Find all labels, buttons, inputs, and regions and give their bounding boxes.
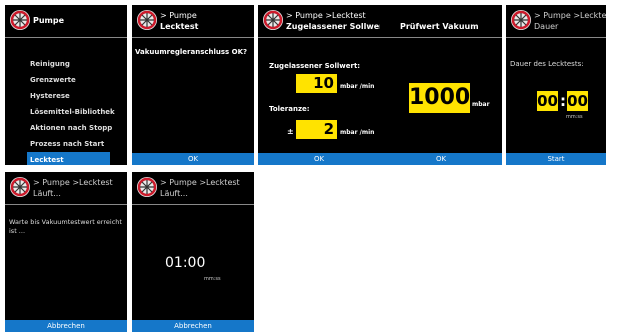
header: > Pumpe >Lecktest Zugelassener Sollwert	[258, 5, 380, 38]
ok-button[interactable]: OK	[380, 153, 502, 165]
time-format-hint: mm:ss	[204, 276, 221, 282]
toleranz-plus-minus: ±	[287, 127, 294, 136]
time-separator: :	[560, 92, 566, 110]
header: Pumpe	[5, 5, 127, 38]
header: Prüfwert Vakuum	[380, 5, 502, 38]
menu-item-lecktest[interactable]: Lecktest	[27, 152, 110, 165]
header-title: Prüfwert Vakuum	[400, 22, 479, 31]
breadcrumb: > Pumpe	[160, 11, 197, 20]
pump-logo-icon	[136, 9, 158, 31]
breadcrumb: > Pumpe >Lecktest	[33, 178, 113, 187]
pruefwert-unit: mbar	[472, 101, 490, 108]
dauer-label: Dauer des Lecktests:	[510, 60, 584, 68]
ok-button[interactable]: OK	[132, 153, 254, 165]
sollwert-label: Zugelassener Sollwert:	[269, 62, 361, 70]
menu-item-prozess-nach-start[interactable]: Prozess nach Start	[27, 136, 115, 152]
pump-logo-icon	[510, 9, 532, 31]
sollwert-value-field[interactable]: 10	[296, 74, 337, 93]
header-title: Lecktest	[160, 22, 199, 31]
pruefwert-value-field[interactable]: 1000	[409, 83, 470, 113]
sollwert-unit: mbar /min	[340, 83, 375, 90]
toleranz-value-field[interactable]: 2	[296, 120, 337, 139]
header-title: Läuft...	[33, 189, 61, 198]
screen-laeuft-countdown: > Pumpe >Lecktest Läuft... 01:00 mm:ss A…	[132, 172, 254, 332]
header: > Pumpe >Lecktest Dauer	[506, 5, 606, 38]
breadcrumb: > Pumpe >Lecktest	[534, 11, 606, 20]
header-title: Läuft...	[160, 189, 188, 198]
pump-logo-icon	[9, 9, 31, 31]
abbrechen-button[interactable]: Abbrechen	[5, 320, 127, 332]
pump-logo-icon	[9, 176, 31, 198]
pump-logo-icon	[136, 176, 158, 198]
header: > Pumpe >Lecktest Läuft...	[5, 172, 127, 205]
abbrechen-button[interactable]: Abbrechen	[132, 320, 254, 332]
pump-logo-icon	[262, 9, 284, 31]
countdown-timer: 01:00	[165, 255, 206, 271]
menu-item-grenzwerte[interactable]: Grenzwerte	[27, 72, 115, 88]
screen-lecktest-confirm: > Pumpe Lecktest Vakuumregleranschluss O…	[132, 5, 254, 165]
menu-item-aktionen-nach-stopp[interactable]: Aktionen nach Stopp	[27, 120, 115, 136]
menu-item-loesemittel-bibliothek[interactable]: Lösemittel-Bibliothek	[27, 104, 115, 120]
toleranz-unit: mbar /min	[340, 129, 375, 136]
time-format-hint: mm:ss	[566, 114, 583, 120]
header-title: Zugelassener Sollwert	[286, 22, 380, 31]
screen-pumpe-menu: Pumpe Reinigung Grenzwerte Hysterese Lös…	[5, 5, 127, 165]
minutes-field[interactable]: 00	[537, 91, 558, 111]
screen-laeuft-waiting: > Pumpe >Lecktest Läuft... Warte bis Vak…	[5, 172, 127, 332]
menu-item-reinigung[interactable]: Reinigung	[27, 56, 115, 72]
menu-item-hysterese[interactable]: Hysterese	[27, 88, 115, 104]
start-button[interactable]: Start	[506, 153, 606, 165]
screen-pruefwert-vakuum: Prüfwert Vakuum 1000 mbar OK	[380, 5, 502, 165]
screen-dauer: > Pumpe >Lecktest Dauer Dauer des Leckte…	[506, 5, 606, 165]
breadcrumb: > Pumpe >Lecktest	[160, 178, 240, 187]
menu-list: Reinigung Grenzwerte Hysterese Lösemitte…	[27, 56, 115, 165]
waiting-message: Warte bis Vakuumtestwert erreicht ist ..…	[9, 218, 122, 235]
screen-zugelassener-sollwert: > Pumpe >Lecktest Zugelassener Sollwert …	[258, 5, 380, 165]
breadcrumb: > Pumpe >Lecktest	[286, 11, 366, 20]
header: > Pumpe Lecktest	[132, 5, 254, 38]
seconds-field[interactable]: 00	[567, 91, 588, 111]
confirm-question: Vakuumregleranschluss OK?	[135, 48, 248, 56]
toleranz-label: Toleranze:	[269, 105, 310, 113]
header: > Pumpe >Lecktest Läuft...	[132, 172, 254, 205]
header-title: Dauer	[534, 22, 559, 31]
ok-button[interactable]: OK	[258, 153, 380, 165]
header-title: Pumpe	[33, 16, 65, 25]
